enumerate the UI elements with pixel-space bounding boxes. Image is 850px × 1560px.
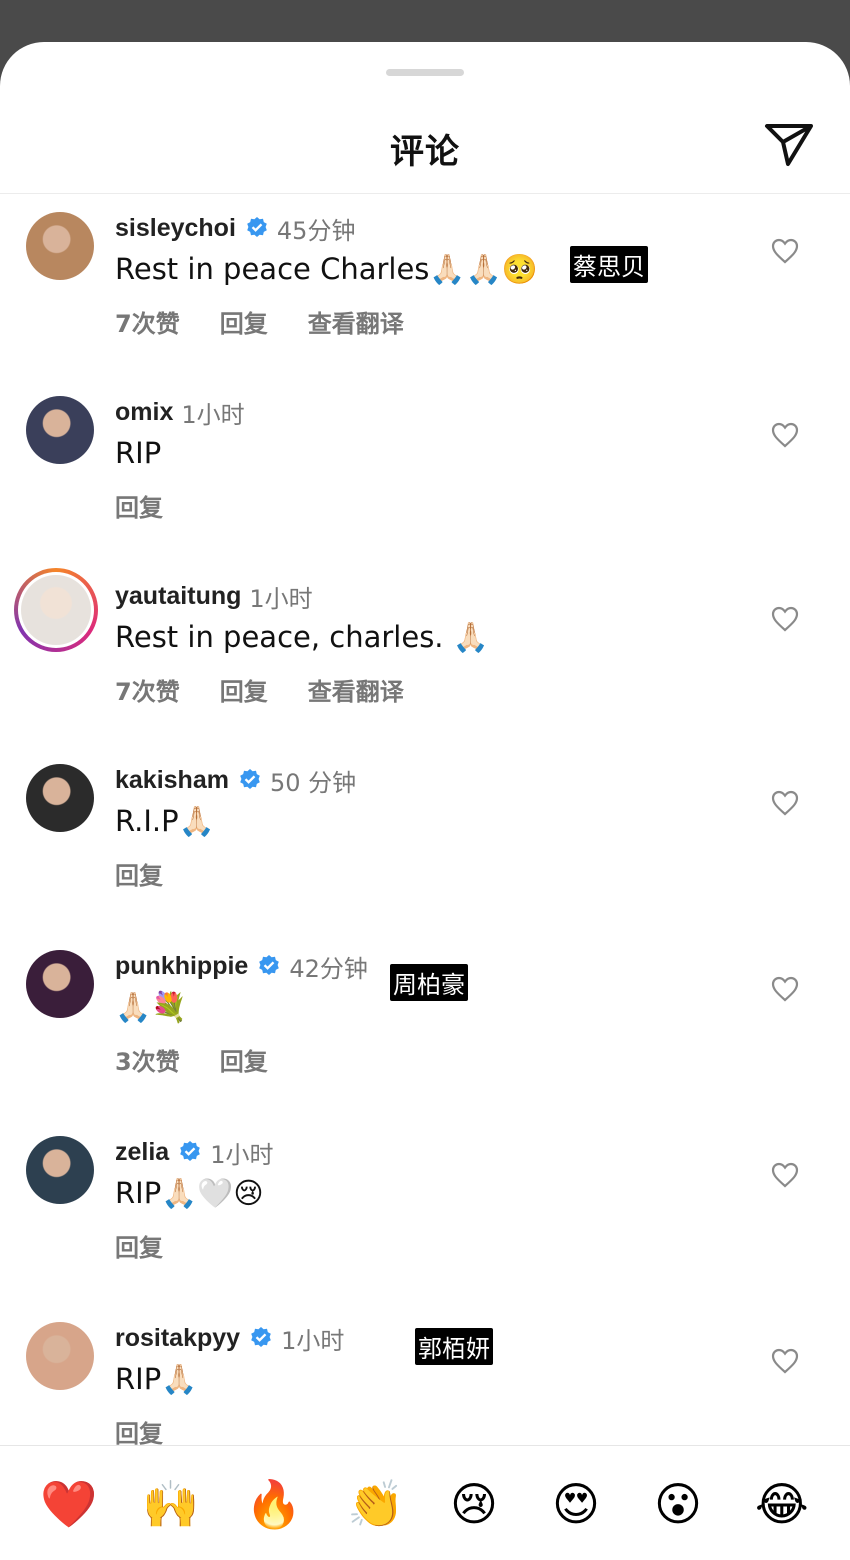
heart-icon[interactable] [771, 976, 799, 1002]
username[interactable]: omix [115, 398, 173, 427]
username[interactable]: kakisham [115, 766, 229, 795]
raising-hands-emoji-button[interactable]: 🙌 [142, 1476, 199, 1532]
clapping-hands-emoji-button[interactable]: 👏 [347, 1476, 404, 1532]
comment-item: omix 1小时 RIP 回复 [0, 396, 850, 556]
username[interactable]: punkhippie [115, 952, 248, 981]
caption-overlay: 蔡思贝 [570, 246, 648, 283]
reply-button[interactable]: 回复 [115, 1228, 163, 1263]
like-count[interactable]: 3次赞 [115, 1042, 180, 1077]
reply-button[interactable]: 回复 [115, 488, 163, 523]
caption-overlay: 郭栢妍 [415, 1328, 493, 1365]
timestamp: 50 分钟 [269, 768, 357, 797]
header-divider [0, 193, 850, 194]
send-icon [765, 124, 813, 166]
laughing-face-emoji-button[interactable]: 😂 [755, 1476, 809, 1532]
comment-item: zelia 1小时 RIP🙏🏻🤍😢 回复 [0, 1136, 850, 1296]
comment-text: Rest in peace, charles. 🙏🏻 [115, 620, 489, 654]
comment-actions: 3次赞 回复 [115, 1042, 268, 1077]
reply-button[interactable]: 回复 [220, 304, 268, 339]
avatar[interactable] [26, 764, 94, 832]
username[interactable]: rositakpyy [115, 1324, 240, 1353]
comment-header: sisleychoi 45分钟 [115, 212, 356, 245]
sheet-title: 评论 [390, 132, 460, 172]
avatar[interactable] [14, 568, 98, 652]
avatar[interactable] [26, 950, 94, 1018]
timestamp: 45分钟 [276, 216, 356, 245]
comment-header: kakisham 50 分钟 [115, 764, 357, 797]
comment-item: yautaitung 1小时 Rest in peace, charles. 🙏🏻 7… [0, 568, 850, 740]
quick-emoji-bar: ❤️ 🙌 🔥 👏 😢 😍 😮 😂 [0, 1445, 850, 1560]
comment-text: RIP🙏🏻🤍😢 [115, 1176, 264, 1210]
comment-header: yautaitung 1小时 [115, 580, 313, 613]
comment-actions: 回复 [115, 488, 163, 523]
comment-header: punkhippie 42分钟 [115, 950, 368, 983]
comment-actions: 回复 [115, 1228, 163, 1263]
surprised-face-emoji-button[interactable]: 😮 [654, 1476, 702, 1532]
heart-icon[interactable] [771, 790, 799, 816]
comment-actions: 7次赞 回复 查看翻译 [115, 304, 404, 339]
like-count[interactable]: 7次赞 [115, 672, 180, 707]
comment-actions: 7次赞 回复 查看翻译 [115, 672, 404, 707]
avatar-image [21, 575, 91, 645]
heart-icon[interactable] [771, 238, 799, 264]
timestamp: 42分钟 [289, 954, 368, 983]
username[interactable]: zelia [115, 1138, 169, 1167]
timestamp: 1小时 [249, 584, 313, 613]
crying-face-emoji-button[interactable]: 😢 [450, 1476, 498, 1532]
heart-icon[interactable] [771, 422, 799, 448]
comment-text: 🙏🏻💐 [115, 990, 188, 1024]
reply-button[interactable]: 回复 [220, 1042, 268, 1077]
comment-text: R.I.P🙏🏻 [115, 804, 215, 838]
heart-icon[interactable] [771, 606, 799, 632]
comment-item: kakisham 50 分钟 R.I.P🙏🏻 回复 [0, 764, 850, 924]
comment-text: Rest in peace Charles🙏🏻🙏🏻🥺 [115, 252, 538, 286]
verified-badge-icon [259, 955, 280, 975]
reply-button[interactable]: 回复 [115, 856, 163, 891]
verified-badge-icon [180, 1141, 201, 1161]
heart-emoji-button[interactable]: ❤️ [40, 1476, 97, 1532]
drag-handle[interactable] [386, 69, 464, 76]
comment-actions: 回复 [115, 1414, 163, 1449]
timestamp: 1小时 [181, 400, 245, 429]
comment-actions: 回复 [115, 856, 163, 891]
comment-header: omix 1小时 [115, 396, 245, 429]
avatar[interactable] [26, 212, 94, 280]
translate-button[interactable]: 查看翻译 [308, 304, 404, 339]
heart-icon[interactable] [771, 1348, 799, 1374]
username[interactable]: yautaitung [115, 582, 241, 611]
like-count[interactable]: 7次赞 [115, 304, 180, 339]
avatar[interactable] [26, 396, 94, 464]
comment-header: zelia 1小时 [115, 1136, 274, 1169]
translate-button[interactable]: 查看翻译 [308, 672, 404, 707]
verified-badge-icon [240, 769, 260, 789]
timestamp: 1小时 [210, 1140, 274, 1169]
comment-item: sisleychoi 45分钟 Rest in peace Charles🙏🏻🙏🏻🥺… [0, 212, 850, 372]
share-button[interactable] [764, 122, 814, 168]
comment-header: rositakpyy 1小时 [115, 1322, 345, 1355]
avatar[interactable] [26, 1136, 94, 1204]
heart-icon[interactable] [771, 1162, 799, 1188]
username[interactable]: sisleychoi [115, 214, 236, 243]
verified-badge-icon [247, 217, 267, 237]
reply-button[interactable]: 回复 [115, 1414, 163, 1449]
fire-emoji-button[interactable]: 🔥 [245, 1476, 302, 1532]
caption-overlay: 周柏豪 [390, 964, 468, 1001]
comment-text: RIP [115, 436, 162, 470]
timestamp: 1小时 [281, 1326, 345, 1355]
avatar[interactable] [26, 1322, 94, 1390]
verified-badge-icon [251, 1327, 271, 1347]
heart-eyes-emoji-button[interactable]: 😍 [552, 1476, 600, 1532]
comment-text: RIP🙏🏻 [115, 1362, 198, 1396]
reply-button[interactable]: 回复 [220, 672, 268, 707]
